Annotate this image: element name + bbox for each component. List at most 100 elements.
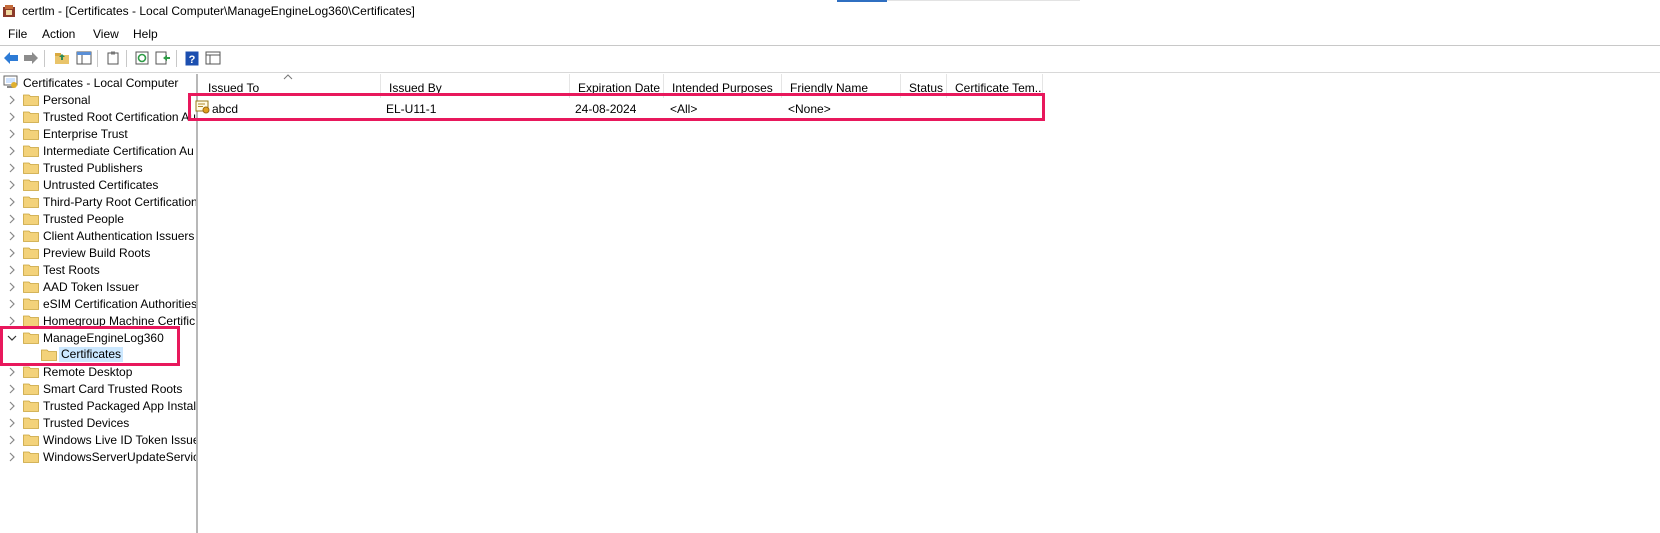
tree-item-intermediate-certification-au[interactable]: Intermediate Certification Au bbox=[0, 142, 196, 160]
pane-splitter[interactable] bbox=[196, 74, 198, 533]
tree-item-label: AAD Token Issuer bbox=[43, 280, 139, 294]
tree-root-label: Certificates - Local Computer bbox=[23, 76, 179, 90]
tree-item-preview-build-roots[interactable]: Preview Build Roots bbox=[0, 244, 196, 262]
folder-icon bbox=[23, 145, 39, 157]
chevron-right-icon[interactable] bbox=[7, 435, 17, 445]
tree-item-label: Trusted Packaged App Installa bbox=[43, 399, 196, 413]
folder-icon bbox=[23, 94, 39, 106]
tree-item-esim-certification-authorities[interactable]: eSIM Certification Authorities bbox=[0, 295, 196, 313]
tree-item-label: Personal bbox=[43, 93, 91, 107]
tree-item-label: Intermediate Certification Au bbox=[43, 144, 194, 158]
tree-item-client-authentication-issuers[interactable]: Client Authentication Issuers bbox=[0, 227, 196, 245]
tree-item-label: Untrusted Certificates bbox=[43, 178, 159, 192]
chevron-right-icon[interactable] bbox=[7, 401, 17, 411]
help-icon[interactable]: ? bbox=[183, 49, 201, 67]
tree-item-label: Test Roots bbox=[43, 263, 100, 277]
certificate-store-icon bbox=[3, 75, 18, 88]
back-icon[interactable] bbox=[2, 49, 20, 67]
chevron-right-icon[interactable] bbox=[7, 299, 17, 309]
chevron-right-icon[interactable] bbox=[7, 282, 17, 292]
chevron-right-icon[interactable] bbox=[7, 129, 17, 139]
tree-item-aad-token-issuer[interactable]: AAD Token Issuer bbox=[0, 278, 196, 296]
menu-help[interactable]: Help bbox=[133, 27, 158, 41]
folder-icon bbox=[23, 264, 39, 276]
title-bar: certlm - [Certificates - Local Computer\… bbox=[0, 0, 1660, 22]
chevron-right-icon[interactable] bbox=[7, 316, 17, 326]
tree-item-label: Third-Party Root Certification bbox=[43, 195, 196, 209]
up-folder-icon[interactable] bbox=[53, 49, 71, 67]
folder-icon bbox=[23, 281, 39, 293]
folder-icon bbox=[23, 162, 39, 174]
tree-item-enterprise-trust[interactable]: Enterprise Trust bbox=[0, 125, 196, 143]
refresh-icon[interactable] bbox=[133, 49, 151, 67]
folder-icon bbox=[23, 213, 39, 225]
tree-item-label: Trusted Publishers bbox=[43, 161, 143, 175]
folder-icon bbox=[23, 298, 39, 310]
folder-icon bbox=[23, 366, 39, 378]
folder-icon bbox=[23, 451, 39, 463]
toolbar-separator bbox=[44, 50, 45, 67]
forward-icon[interactable] bbox=[22, 49, 40, 67]
certificate-manager-app-icon bbox=[3, 5, 15, 17]
chevron-right-icon[interactable] bbox=[7, 265, 17, 275]
toolbar-separator bbox=[176, 50, 177, 67]
tree-item-windows-live-id-token-issuer[interactable]: Windows Live ID Token Issuer bbox=[0, 431, 196, 449]
menu-bar: File Action View Help bbox=[0, 24, 1660, 44]
row-highlight-box bbox=[188, 93, 1045, 121]
show-hide-tree-icon[interactable] bbox=[75, 49, 93, 67]
chevron-right-icon[interactable] bbox=[7, 214, 17, 224]
tree-item-label: Smart Card Trusted Roots bbox=[43, 382, 183, 396]
tree-item-windowsserverupdateservice[interactable]: WindowsServerUpdateService bbox=[0, 448, 196, 466]
tree-item-test-roots[interactable]: Test Roots bbox=[0, 261, 196, 279]
chevron-right-icon[interactable] bbox=[7, 112, 17, 122]
tree-item-label: Trusted Root Certification Au bbox=[43, 110, 196, 124]
menu-action[interactable]: Action bbox=[42, 27, 75, 41]
chevron-right-icon[interactable] bbox=[7, 95, 17, 105]
folder-icon bbox=[23, 247, 39, 259]
properties-icon[interactable] bbox=[204, 49, 222, 67]
tree-item-label: Remote Desktop bbox=[43, 365, 133, 379]
tree-item-trusted-root-certification-au[interactable]: Trusted Root Certification Au bbox=[0, 108, 196, 126]
folder-icon bbox=[23, 196, 39, 208]
window-title: certlm - [Certificates - Local Computer\… bbox=[22, 4, 415, 18]
console-tree[interactable]: Certificates - Local Computer Personal Tr… bbox=[0, 74, 196, 533]
chevron-right-icon[interactable] bbox=[7, 197, 17, 207]
tree-item-label: Client Authentication Issuers bbox=[43, 229, 195, 243]
tree-item-label: Trusted People bbox=[43, 212, 124, 226]
folder-icon bbox=[23, 111, 39, 123]
tree-highlight-box bbox=[0, 326, 180, 366]
chevron-right-icon[interactable] bbox=[7, 384, 17, 394]
chevron-right-icon[interactable] bbox=[7, 231, 17, 241]
folder-icon bbox=[23, 400, 39, 412]
title-accent bbox=[837, 0, 887, 2]
toolbar-separator bbox=[97, 50, 98, 67]
chevron-right-icon[interactable] bbox=[7, 418, 17, 428]
menu-file[interactable]: File bbox=[8, 27, 27, 41]
tree-item-trusted-packaged-app-installa[interactable]: Trusted Packaged App Installa bbox=[0, 397, 196, 415]
certificate-list[interactable]: Issued To Issued By Expiration Date Inte… bbox=[195, 74, 1660, 533]
menu-view[interactable]: View bbox=[93, 27, 119, 41]
chevron-right-icon[interactable] bbox=[7, 452, 17, 462]
chevron-right-icon[interactable] bbox=[7, 163, 17, 173]
chevron-right-icon[interactable] bbox=[7, 180, 17, 190]
folder-icon bbox=[23, 179, 39, 191]
tree-item-trusted-people[interactable]: Trusted People bbox=[0, 210, 196, 228]
toolbar: ? bbox=[0, 47, 1660, 71]
chevron-right-icon[interactable] bbox=[7, 248, 17, 258]
tree-item-smart-card-trusted-roots[interactable]: Smart Card Trusted Roots bbox=[0, 380, 196, 398]
copy-icon[interactable] bbox=[104, 49, 122, 67]
export-list-icon[interactable] bbox=[154, 49, 172, 67]
tree-item-personal[interactable]: Personal bbox=[0, 91, 196, 109]
tree-item-trusted-devices[interactable]: Trusted Devices bbox=[0, 414, 196, 432]
tree-item-label: Preview Build Roots bbox=[43, 246, 151, 260]
chevron-right-icon[interactable] bbox=[7, 146, 17, 156]
svg-text:?: ? bbox=[189, 54, 196, 66]
tree-item-untrusted-certificates[interactable]: Untrusted Certificates bbox=[0, 176, 196, 194]
toolbar-separator bbox=[126, 50, 127, 67]
tree-item-label: Enterprise Trust bbox=[43, 127, 128, 141]
tree-item-trusted-publishers[interactable]: Trusted Publishers bbox=[0, 159, 196, 177]
chevron-right-icon[interactable] bbox=[7, 367, 17, 377]
tree-item-label: eSIM Certification Authorities bbox=[43, 297, 196, 311]
tree-item-label: Trusted Devices bbox=[43, 416, 130, 430]
tree-item-third-party-root-certification[interactable]: Third-Party Root Certification bbox=[0, 193, 196, 211]
